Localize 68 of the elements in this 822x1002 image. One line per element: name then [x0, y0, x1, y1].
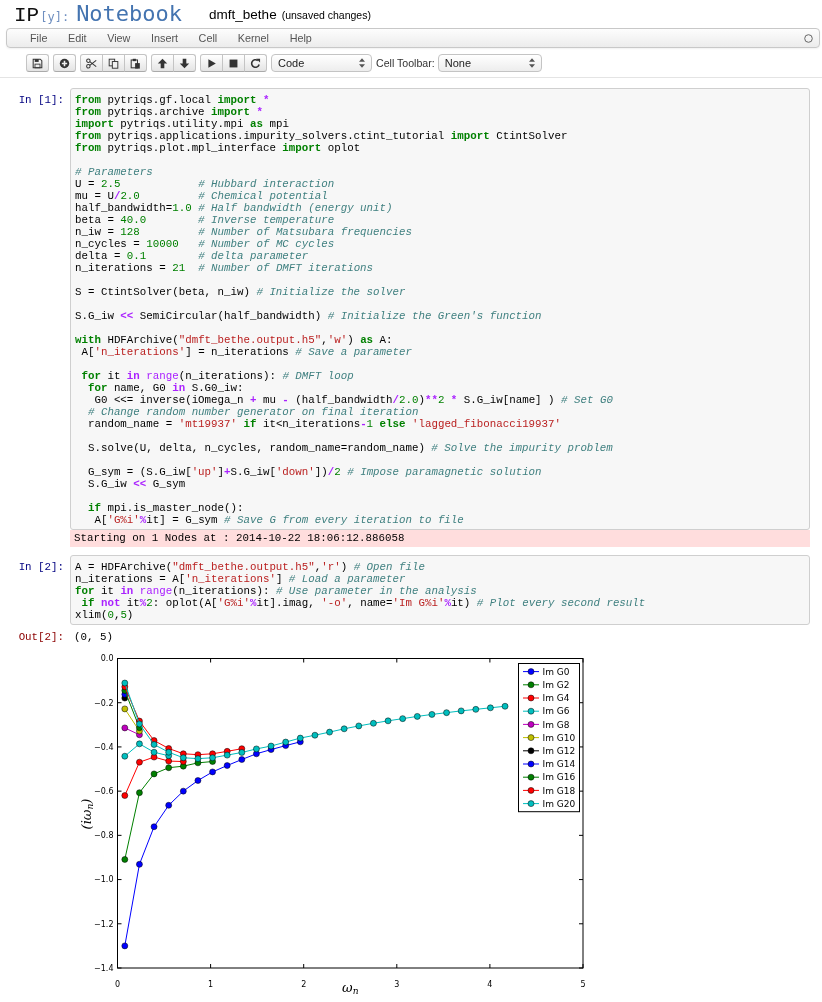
code-line: G0 <<= inverse(iOmega_n + mu - (half_bandwidth/2.0)**2 * S.G_iw[name] ) # Set G0 — [93, 394, 613, 406]
legend-label: Im G4 — [542, 693, 570, 704]
code-line: A = HDFArchive("dmft_bethe.output.h5",'r') # Open file — [75, 561, 425, 574]
axis-tick-label: 4 — [487, 980, 493, 990]
cell-toolbar-label: Cell Toolbar: — [376, 57, 435, 70]
axis-tick-label: 3 — [394, 980, 400, 990]
legend-label: Im G18 — [542, 786, 576, 797]
code-line: S.G_iw << G_sym — [86, 478, 186, 490]
legend-label: Im G10 — [542, 733, 576, 744]
code-line: S.G_iw << SemiCircular(half_bandwidth) # Initialize the Green's function — [75, 310, 542, 322]
output-text: (0, 5) — [73, 631, 113, 644]
code-line: n_iterations = A['n_iterations'] # Load a parameter — [75, 573, 406, 586]
code-line: if not it%2: oplot(A['G%i'%it].imag, '-o', name='Im G%i'%it) # Plot every second result — [80, 597, 646, 610]
code-line: A['n_iterations'] = n_iterations # Save a parameter — [80, 346, 412, 358]
legend-label: Im G6 — [542, 706, 570, 717]
code-line: from pytriqs.archive import * — [75, 106, 263, 118]
code-line: from pytriqs.gf.local import * — [75, 94, 270, 106]
x-axis-label: ω$_{n}$ — [342, 980, 359, 994]
code-line: beta = 40.0 # Inverse temperature — [75, 214, 335, 226]
code-line: mu = U/2.0 # Chemical potential — [75, 190, 328, 202]
code-line: from pytriqs.applications.impurity_solvers.ctint_tutorial import CtintSolver — [75, 130, 568, 142]
axis-tick-label: 2 — [301, 980, 307, 990]
legend-label: Im G8 — [542, 720, 570, 731]
axis-tick-label: −1.0 — [94, 875, 114, 885]
code-line: G_sym = (S.G_iw['up']+S.G_iw['down'])/2 # Impose paramagnetic solution — [86, 466, 542, 478]
code-line: xlim(0,5) — [75, 609, 134, 622]
code-line: # Change random number generator on final iteration — [86, 406, 419, 418]
save-status: (unsaved changes) — [281, 9, 371, 21]
axis-tick-label: 1 — [208, 980, 214, 990]
legend-label: Im G2 — [542, 680, 570, 691]
code-line: half_bandwidth=1.0 # Half bandwidth (energy unit) — [75, 202, 393, 214]
code-line: import pytriqs.utility.mpi as mpi — [75, 118, 289, 130]
code-line: # Parameters — [75, 166, 153, 178]
code-line: U = 2.5 # Hubbard interaction — [75, 178, 335, 190]
code-line: from pytriqs.plot.mpl_interface import oplot — [75, 142, 361, 154]
code-line: delta = 0.1 # delta parameter — [75, 250, 309, 262]
code-line: for it in range(n_iterations): # DMFT loop — [80, 370, 354, 382]
axis-tick-label: −0.8 — [94, 831, 114, 841]
code-line: n_cycles = 10000 # Number of MC cycles — [75, 238, 335, 250]
code-line: A['G%i'%it] = G_sym # Save G from every iteration to file — [93, 514, 464, 526]
logo-mark: IP — [14, 3, 40, 29]
legend-label: Im G12 — [542, 746, 576, 757]
legend-label: Im G14 — [542, 759, 576, 770]
axis-tick-label: −1.2 — [94, 920, 114, 930]
code-line: random_name = 'mt19937' if it<n_iterations-1 else 'lagged_fibonacci19937' — [86, 418, 561, 430]
axis-tick-label: 0 — [114, 980, 121, 990]
code-line: n_iterations = 21 # Number of DMFT iterations — [75, 262, 374, 274]
code-line: if mpi.is_master_node(): — [86, 502, 244, 514]
code-line: S = CtintSolver(beta, n_iw) # Initialize the solver — [75, 286, 406, 298]
axis-tick-label: −0.2 — [94, 699, 114, 709]
output-prompt: Out[2]: — [17, 631, 64, 644]
code-line: for it in range(n_iterations): # Use parameter in the analysis — [75, 585, 477, 598]
axis-tick-label: 0.0 — [100, 654, 114, 664]
axis-tick-label: −0.6 — [94, 787, 114, 797]
logo-title: Notebook — [76, 0, 183, 28]
axis-tick-label: −1.4 — [94, 964, 114, 974]
axis-tick-label: 5 — [580, 980, 586, 990]
input-prompt: In [2]: — [17, 560, 64, 574]
code-line: for name, G0 in S.G0_iw: — [86, 382, 244, 394]
code-line: with HDFArchive("dmft_bethe.output.h5",'w') as A: — [75, 334, 393, 346]
legend-label: Im G16 — [542, 772, 576, 783]
input-prompt: In [1]: — [17, 93, 64, 106]
logo-bracket-text: [y]: — [40, 10, 70, 24]
legend-label: Im G20 — [542, 799, 576, 810]
code-line: S.solve(U, delta, n_cycles, random_name=random_name) # Solve the impurity problem — [86, 442, 613, 454]
code-line: n_iw = 128 # Number of Matsubara frequencies — [75, 226, 412, 238]
axis-tick-label: −0.4 — [94, 743, 114, 753]
legend-label: Im G0 — [542, 667, 570, 678]
